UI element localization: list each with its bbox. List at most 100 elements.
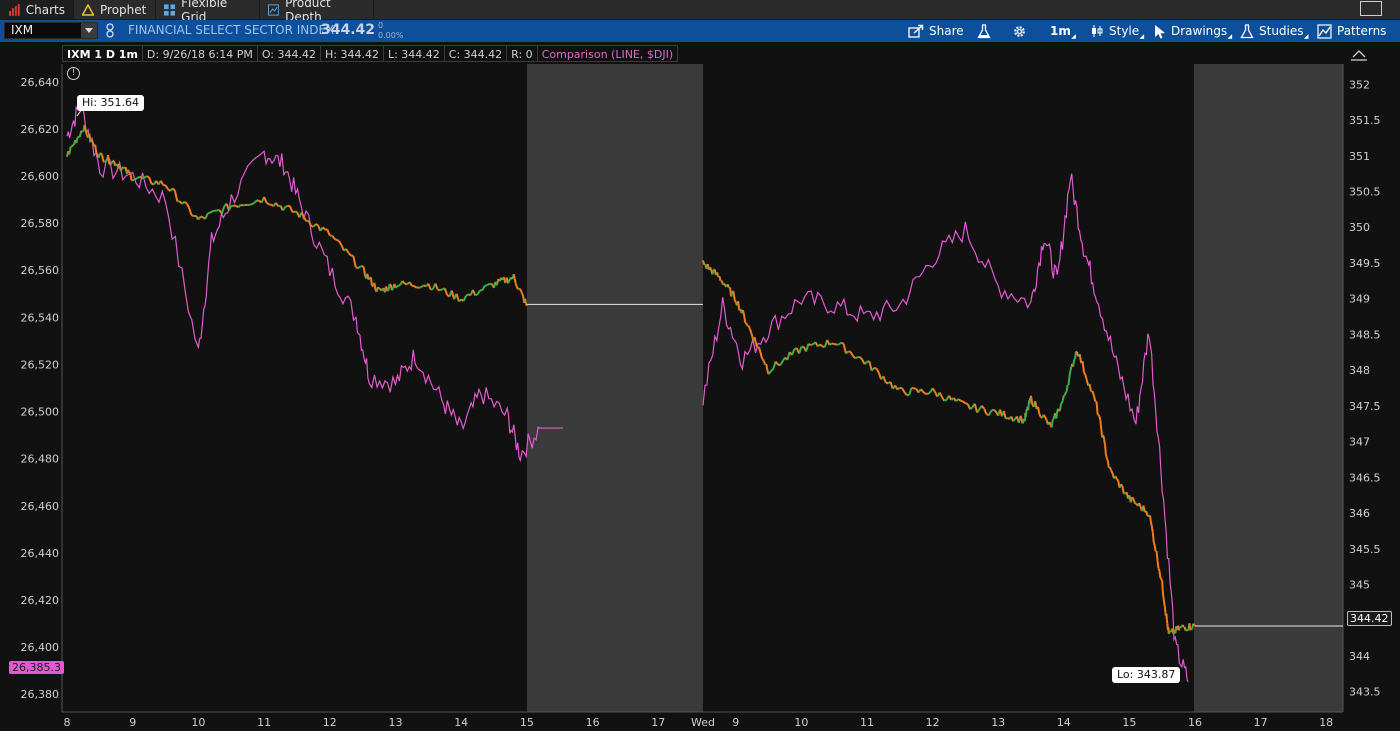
x-axis-tick-label: 15 <box>1122 716 1136 729</box>
price-line-segment <box>718 275 722 282</box>
price-line-segment <box>1051 418 1055 422</box>
price-line-segment <box>992 408 997 413</box>
price-line-segment <box>1157 567 1161 571</box>
timeframe-label: 1m <box>1050 24 1071 38</box>
price-line-segment <box>515 285 519 289</box>
price-line-segment <box>1099 420 1103 430</box>
symbol-dropdown-button[interactable] <box>81 23 97 38</box>
price-line-segment <box>83 124 87 131</box>
left-axis-tick-label: 26,400 <box>21 641 60 654</box>
comparison-price-tag: 26,385.3 <box>9 661 64 674</box>
price-line-segment <box>711 269 715 275</box>
share-button[interactable]: Share <box>908 22 964 40</box>
tab-flexible-grid[interactable]: Flexible Grid <box>156 0 260 24</box>
price-line-segment <box>1131 496 1135 501</box>
price-line-segment <box>90 139 94 143</box>
studies-button[interactable]: Studies ◢ <box>1240 22 1309 40</box>
price-line-segment <box>1050 420 1054 428</box>
cursor-icon <box>1155 24 1165 38</box>
price-line-segment <box>146 175 150 179</box>
price-line-segment <box>1064 390 1068 394</box>
price-line-segment <box>1103 438 1107 446</box>
x-axis-tick-label: 11 <box>257 716 271 729</box>
right-axis-tick-label: 346 <box>1349 507 1370 520</box>
price-line-segment <box>251 201 256 205</box>
price-line-segment <box>1060 401 1063 405</box>
price-line-segment <box>209 210 214 214</box>
flask-button[interactable] <box>977 22 991 40</box>
maximize-window-icon[interactable] <box>1360 1 1382 16</box>
drawings-button[interactable]: Drawings ◢ <box>1154 22 1232 40</box>
info-icon[interactable]: ! <box>67 67 80 80</box>
price-line-segment <box>514 282 518 287</box>
share-label: Share <box>929 24 964 38</box>
price-line-segment <box>418 286 422 289</box>
price-line-segment <box>1030 395 1034 405</box>
price-line-segment <box>761 358 765 362</box>
tab-product-depth[interactable]: Product Depth <box>260 0 374 24</box>
x-axis-tick-label: 17 <box>651 716 665 729</box>
price-line-segment <box>960 399 964 403</box>
price-line-segment <box>284 205 288 208</box>
caret-icon: ◢ <box>1303 33 1309 40</box>
link-icon[interactable] <box>104 23 116 39</box>
right-axis-tick-label: 351 <box>1349 150 1370 163</box>
price-line-segment <box>336 238 340 242</box>
price-line-segment <box>831 342 835 346</box>
chevron-down-icon <box>85 28 93 33</box>
depth-chart-icon <box>268 3 280 16</box>
right-axis-tick-label: 352 <box>1349 78 1370 91</box>
settings-button[interactable] <box>1012 22 1027 40</box>
price-line-segment <box>465 293 469 297</box>
right-axis-tick-label: 348 <box>1349 364 1370 377</box>
price-line-segment <box>765 363 769 371</box>
x-axis-tick-label: 10 <box>794 716 808 729</box>
close-value: C: 344.42 <box>444 45 508 62</box>
price-line-segment <box>732 291 736 301</box>
left-axis-tick-label: 26,540 <box>21 311 60 324</box>
after-hours-shade <box>1194 64 1343 712</box>
timeframe-button[interactable]: 1m ◢ <box>1050 22 1076 40</box>
right-axis-tick-label: 346.5 <box>1349 471 1381 484</box>
price-chart[interactable]: 26,640 26,620 26,600 26,580 26,560 26,540 26,5… <box>0 64 1400 731</box>
price-line-segment <box>132 178 136 182</box>
price-line-segment <box>380 288 384 292</box>
price-line-segment <box>927 391 931 395</box>
price-line-segment <box>723 282 727 287</box>
chart-title: IXM 1 D 1m <box>62 45 143 62</box>
price-line-segment <box>1083 371 1087 376</box>
price-line-segment <box>1114 475 1118 480</box>
price-line-segment <box>1094 400 1098 403</box>
price-line-segment <box>1193 624 1196 627</box>
price-line-segment <box>760 356 764 360</box>
price-line-segment <box>101 155 105 162</box>
tab-prophet[interactable]: Prophet <box>74 0 156 19</box>
price-line-segment <box>840 341 844 345</box>
symbol-input[interactable]: IXM <box>4 22 98 39</box>
collapse-icon[interactable] <box>1350 46 1368 62</box>
x-axis-tick-label: 16 <box>1188 716 1202 729</box>
x-axis-tick-label: 11 <box>860 716 874 729</box>
price-line-segment <box>1132 499 1136 504</box>
x-axis-tick-label: 9 <box>129 716 136 729</box>
left-axis-tick-label: 26,560 <box>21 264 60 277</box>
low-value: L: 344.42 <box>383 45 445 62</box>
price-line-segment <box>97 153 101 159</box>
price-line-segment <box>1081 361 1085 373</box>
price-line-segment <box>190 214 195 218</box>
last-price-tag: 344.42 <box>1347 611 1392 626</box>
share-icon <box>908 24 924 38</box>
price-line-segment <box>519 289 523 292</box>
price-line-segment <box>95 152 99 156</box>
tab-charts[interactable]: Charts <box>0 0 74 19</box>
price-line-segment <box>807 342 812 346</box>
gear-icon <box>1014 25 1025 37</box>
comparison-study-label[interactable]: Comparison (LINE, $DJI) <box>537 45 679 62</box>
symbol-text: IXM <box>11 23 34 37</box>
tab-bar: Charts Prophet Flexible Grid Product Dep… <box>0 0 1400 24</box>
style-button[interactable]: Style ◢ <box>1090 22 1144 40</box>
price-line-segment <box>1037 406 1041 415</box>
left-axis-tick-label: 26,380 <box>21 688 60 701</box>
low-callout: Lo: 343.87 <box>1112 667 1181 683</box>
patterns-button[interactable]: Patterns <box>1317 22 1386 40</box>
